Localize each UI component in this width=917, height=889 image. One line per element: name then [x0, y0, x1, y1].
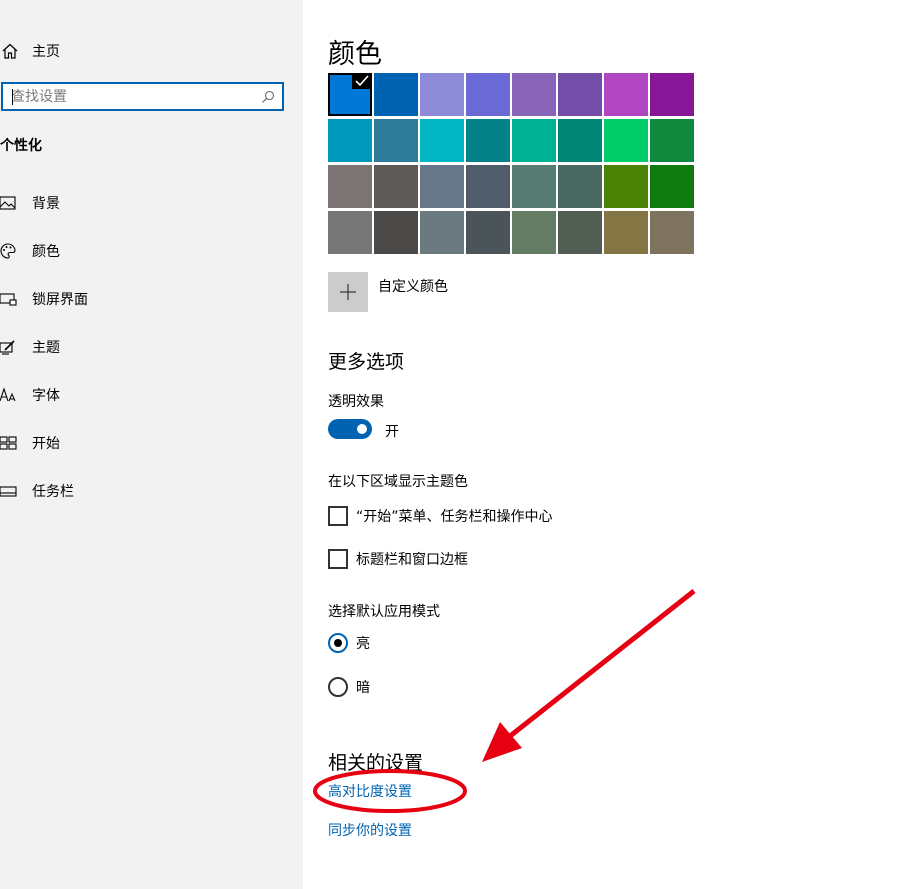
color-swatch[interactable] [558, 165, 602, 208]
checkmark-icon [352, 73, 372, 89]
related-settings-heading: 相关的设置 [328, 752, 424, 774]
lock-screen-icon [0, 293, 17, 306]
main-content: 颜色 自定义颜色 更多选项 透明效果 开 在以下区域显示主题色 “开始”菜单、任… [303, 0, 917, 889]
taskbar-icon [0, 486, 17, 497]
radio-dark[interactable]: 暗 [328, 677, 370, 697]
checkbox-titlebar-label: 标题栏和窗口边框 [356, 552, 468, 568]
color-swatch[interactable] [374, 119, 418, 162]
color-swatch[interactable] [466, 211, 510, 254]
theme-brush-icon [0, 340, 15, 355]
sidebar-home-label: 主页 [32, 44, 60, 60]
plus-icon [340, 284, 356, 300]
sidebar-item-label: 锁屏界面 [32, 292, 88, 308]
sidebar-item-label: 开始 [32, 436, 60, 452]
transparency-toggle[interactable] [328, 419, 372, 439]
color-swatch[interactable] [604, 211, 648, 254]
color-swatch[interactable] [466, 119, 510, 162]
text-caret [12, 89, 13, 105]
radio-light-label: 亮 [356, 636, 370, 652]
color-swatch[interactable] [604, 119, 648, 162]
color-swatch[interactable] [420, 165, 464, 208]
color-swatch[interactable] [466, 73, 510, 116]
accent-surfaces-label: 在以下区域显示主题色 [328, 474, 468, 490]
checkbox-start-taskbar[interactable]: “开始”菜单、任务栏和操作中心 [328, 506, 553, 526]
sidebar-item-label: 背景 [32, 196, 60, 212]
sidebar-item-fonts[interactable]: 字体 [0, 382, 250, 408]
search-input[interactable] [11, 84, 261, 109]
sidebar-item-taskbar[interactable]: 任务栏 [0, 478, 250, 504]
color-swatch[interactable] [374, 73, 418, 116]
more-options-heading: 更多选项 [328, 351, 405, 373]
sidebar-item-label: 颜色 [32, 244, 60, 260]
checkbox-box[interactable] [328, 549, 348, 569]
color-swatch[interactable] [558, 211, 602, 254]
color-swatch[interactable] [328, 165, 372, 208]
high-contrast-link[interactable]: 高对比度设置 [328, 781, 412, 801]
app-mode-label: 选择默认应用模式 [328, 604, 440, 620]
color-swatch[interactable] [512, 119, 556, 162]
color-swatch[interactable] [328, 119, 372, 162]
sidebar-home[interactable]: 主页 [0, 38, 200, 64]
plus-icon-box [328, 272, 368, 312]
color-swatch[interactable] [650, 211, 694, 254]
sync-settings-link[interactable]: 同步你的设置 [328, 820, 412, 840]
color-swatch[interactable] [420, 211, 464, 254]
color-swatch[interactable] [466, 165, 510, 208]
checkbox-titlebar[interactable]: 标题栏和窗口边框 [328, 549, 468, 569]
color-swatch[interactable] [604, 73, 648, 116]
color-swatch[interactable] [328, 211, 372, 254]
transparency-state: 开 [385, 424, 399, 440]
sidebar-item-themes[interactable]: 主题 [0, 334, 250, 360]
color-swatch[interactable] [558, 119, 602, 162]
font-icon [0, 387, 16, 402]
sidebar-item-label: 字体 [32, 388, 60, 404]
palette-icon [0, 243, 16, 259]
color-swatch[interactable] [650, 73, 694, 116]
color-swatch[interactable] [512, 165, 556, 208]
radio-circle[interactable] [328, 677, 348, 697]
color-swatch[interactable] [420, 119, 464, 162]
color-swatch-grid [328, 73, 695, 254]
custom-color-label: 自定义颜色 [378, 279, 448, 295]
sidebar-item-label: 主题 [32, 340, 60, 356]
color-swatch[interactable] [558, 73, 602, 116]
checkbox-box[interactable] [328, 506, 348, 526]
color-swatch[interactable] [650, 119, 694, 162]
start-grid-icon [0, 436, 17, 450]
transparency-label: 透明效果 [328, 394, 384, 410]
color-swatch[interactable] [374, 165, 418, 208]
picture-icon [0, 196, 16, 210]
sidebar-item-background[interactable]: 背景 [0, 190, 250, 216]
color-swatch[interactable] [604, 165, 648, 208]
color-swatch[interactable] [650, 165, 694, 208]
sidebar-item-label: 任务栏 [32, 484, 74, 500]
radio-circle[interactable] [328, 633, 348, 653]
color-swatch[interactable] [374, 211, 418, 254]
page-title: 颜色 [328, 39, 382, 70]
sidebar-item-colors[interactable]: 颜色 [0, 238, 250, 264]
sidebar-item-lock-screen[interactable]: 锁屏界面 [0, 286, 250, 312]
color-swatch[interactable] [512, 73, 556, 116]
search-icon[interactable] [261, 90, 275, 104]
custom-color-button[interactable]: 自定义颜色 [328, 272, 448, 312]
checkbox-start-label: “开始”菜单、任务栏和操作中心 [356, 509, 553, 525]
section-title: 个性化 [0, 138, 42, 154]
radio-dot [334, 639, 342, 647]
color-swatch[interactable] [420, 73, 464, 116]
toggle-knob [357, 424, 367, 434]
color-swatch[interactable] [512, 211, 556, 254]
sidebar-item-start[interactable]: 开始 [0, 430, 250, 456]
sidebar: 主页 个性化 背景 颜色 锁屏界面 [0, 0, 303, 889]
color-swatch[interactable] [328, 73, 372, 116]
radio-dark-label: 暗 [356, 680, 370, 696]
radio-light[interactable]: 亮 [328, 633, 370, 653]
search-box[interactable] [1, 82, 284, 111]
home-icon [2, 43, 18, 59]
